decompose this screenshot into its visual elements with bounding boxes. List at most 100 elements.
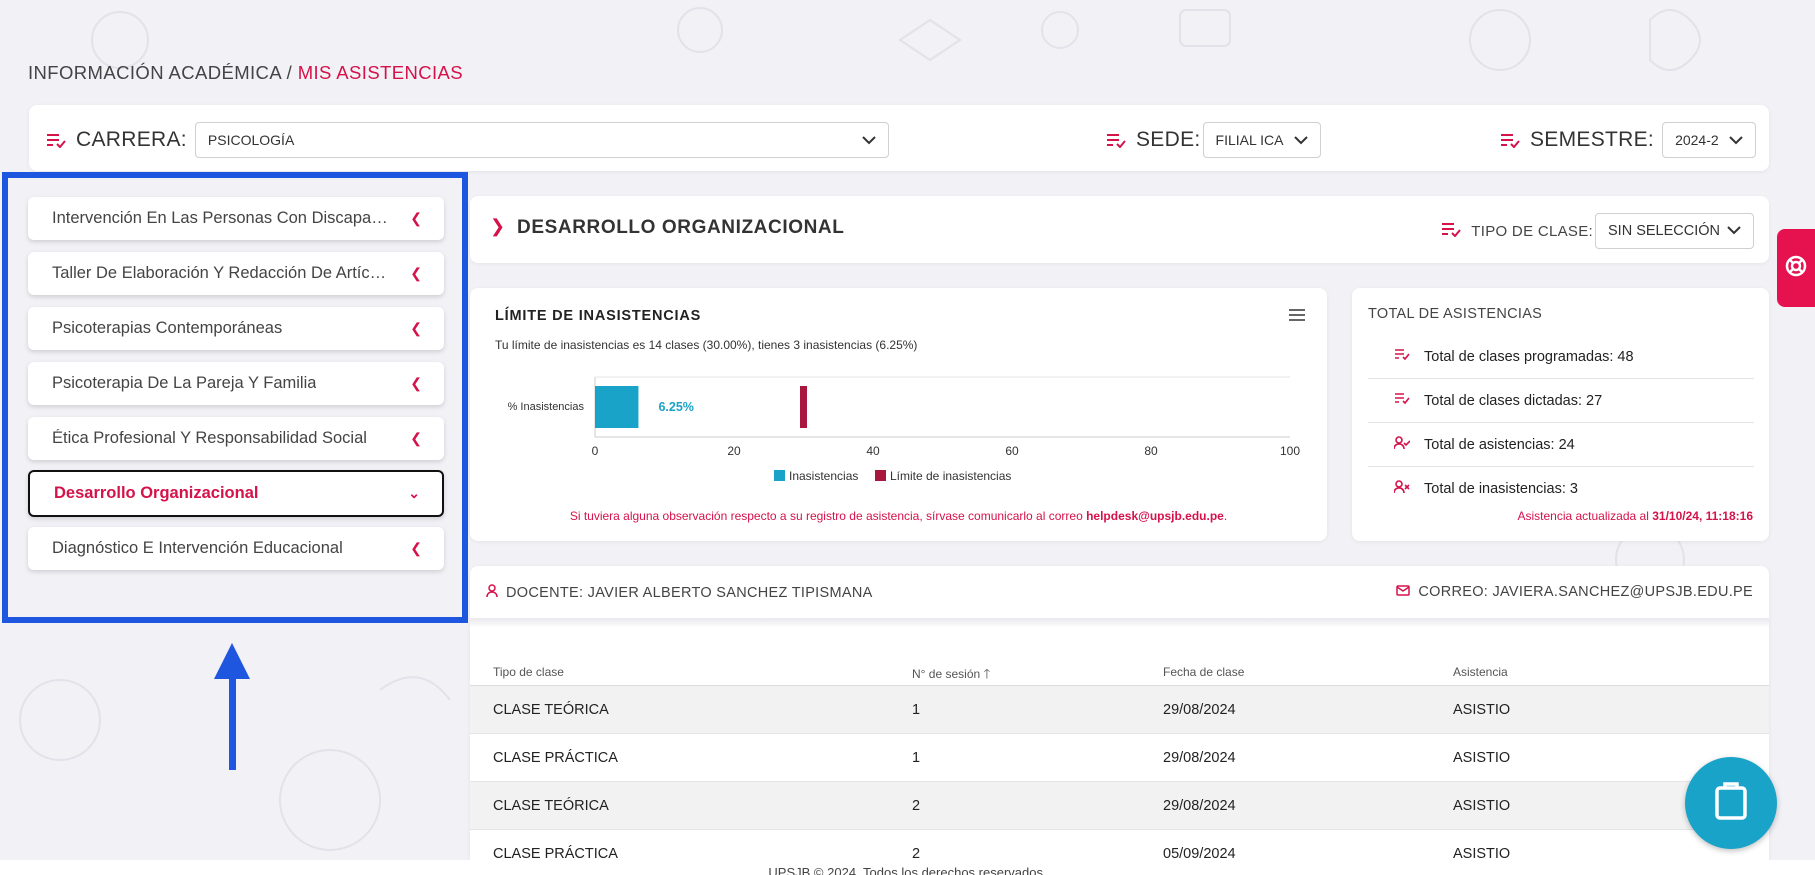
total-dictadas: Total de clases dictadas: 27 xyxy=(1368,379,1754,423)
docente-name: DOCENTE: JAVIER ALBERTO SANCHEZ TIPISMAN… xyxy=(506,585,873,601)
clipboard-icon xyxy=(1714,781,1748,825)
updated-value: 31/10/24, 11:18:16 xyxy=(1652,509,1753,523)
course-item-active[interactable]: Desarrollo Organizacional ⌄ xyxy=(28,470,444,517)
user-icon xyxy=(486,584,498,602)
table-header: Tipo de clase N° de sesión 🡑 Fecha de cl… xyxy=(470,658,1769,686)
carrera-label: CARRERA: xyxy=(76,128,187,151)
header-fecha[interactable]: Fecha de clase xyxy=(1163,665,1244,679)
docente-email-text[interactable]: CORREO: JAVIERA.SANCHEZ@UPSJB.EDU.PE xyxy=(1418,584,1753,600)
chevron-left-icon: ❮ xyxy=(410,540,422,556)
updated-prefix: Asistencia actualizada al xyxy=(1517,509,1649,523)
sede-value: FILIAL ICA xyxy=(1215,132,1284,148)
tipo-clase-select[interactable]: SIN SELECCIÓN xyxy=(1595,213,1754,249)
cell-fecha: 29/08/2024 xyxy=(1163,702,1236,718)
course-item[interactable]: Psicoterapias Contemporáneas ❮ xyxy=(28,307,444,350)
tipo-clase-filter: TIPO DE CLASE: SIN SELECCIÓN xyxy=(1441,213,1754,249)
breadcrumb-home[interactable]: INFORMACIÓN ACADÉMICA xyxy=(28,62,281,83)
sede-select[interactable]: FILIAL ICA xyxy=(1202,122,1321,158)
list-check-icon xyxy=(46,132,66,148)
list-check-icon xyxy=(1394,348,1424,365)
totals-card: TOTAL DE ASISTENCIAS Total de clases pro… xyxy=(1352,288,1769,541)
clipboard-fab-button[interactable] xyxy=(1685,757,1777,849)
chevron-down-icon: ⌄ xyxy=(408,485,420,501)
course-label: Desarrollo Organizacional xyxy=(54,484,259,502)
breadcrumb-current: MIS ASISTENCIAS xyxy=(297,62,464,83)
user-check-icon xyxy=(1393,435,1424,454)
header-sesion[interactable]: N° de sesión 🡑 xyxy=(912,665,990,687)
total-programadas: Total de clases programadas: 48 xyxy=(1368,335,1754,379)
semestre-value: 2024-2 xyxy=(1675,132,1719,148)
chevron-down-icon xyxy=(1727,223,1741,239)
docente-card: DOCENTE: JAVIER ALBERTO SANCHEZ TIPISMAN… xyxy=(470,566,1769,875)
filter-bar: CARRERA: PSICOLOGÍA SEDE: FILIAL ICA SEM… xyxy=(29,105,1769,171)
total-asistencias-text: Total de asistencias: 24 xyxy=(1424,436,1575,453)
x-tick-label: 20 xyxy=(727,444,741,458)
semestre-select[interactable]: 2024-2 xyxy=(1662,122,1757,158)
total-dictadas-text: Total de clases dictadas: 27 xyxy=(1424,392,1603,409)
updated-timestamp: Asistencia actualizada al 31/10/24, 11:1… xyxy=(1517,509,1753,523)
limit-chart: 0 20 40 60 80 100 % Inasistencias 6.25% Inasiste… xyxy=(508,376,1300,483)
total-asistencias: Total de asistencias: 24 xyxy=(1368,423,1754,467)
course-item[interactable]: Ética Profesional Y Responsabilidad Soci… xyxy=(28,417,444,460)
course-item[interactable]: Psicoterapia De La Pareja Y Familia ❮ xyxy=(28,362,444,405)
chevron-left-icon: ❮ xyxy=(410,320,422,336)
chevron-down-icon xyxy=(1729,132,1743,148)
x-tick-label: 40 xyxy=(866,444,880,458)
chevron-left-icon: ❮ xyxy=(410,375,422,391)
legend-swatch-inasistencias xyxy=(774,470,785,481)
cell-asistencia: ASISTIO xyxy=(1453,702,1511,718)
cell-sesion: 1 xyxy=(912,702,921,718)
user-x-icon xyxy=(1393,480,1424,498)
observation-note: Si tuviera alguna observación respecto a… xyxy=(470,509,1327,523)
carrera-select[interactable]: PSICOLOGÍA xyxy=(194,122,889,158)
list-check-icon xyxy=(1500,132,1520,148)
cell-sesion: 1 xyxy=(912,750,921,766)
course-label: Psicoterapia De La Pareja Y Familia xyxy=(52,374,317,392)
helpdesk-email-link[interactable]: helpdesk@upsjb.edu.pe xyxy=(1086,509,1224,523)
course-item[interactable]: Intervención En Las Personas Con Discapa… xyxy=(28,197,444,240)
semestre-filter: SEMESTRE: 2024-2 xyxy=(1500,122,1757,158)
cell-fecha: 29/08/2024 xyxy=(1163,750,1236,766)
x-tick-label: 80 xyxy=(1144,444,1158,458)
course-item[interactable]: Taller De Elaboración Y Redacción De Art… xyxy=(28,252,444,295)
cell-tipo: CLASE TEÓRICA xyxy=(493,702,609,718)
x-tick-label: 100 xyxy=(1280,444,1300,458)
help-side-tab[interactable] xyxy=(1777,229,1815,307)
limit-card: LÍMITE DE INASISTENCIAS Tu límite de ina… xyxy=(470,288,1327,541)
bar-limite xyxy=(800,386,807,428)
header-sesion-label: N° de sesión xyxy=(912,667,981,681)
chevron-left-icon: ❮ xyxy=(410,265,422,281)
legend-swatch-limite xyxy=(875,470,886,481)
tipo-clase-label: TIPO DE CLASE: xyxy=(1471,222,1593,240)
header-asistencia[interactable]: Asistencia xyxy=(1453,665,1508,679)
annotation-arrow-shaft xyxy=(229,670,236,770)
chevron-left-icon: ❮ xyxy=(410,430,422,446)
bar-inasistencias xyxy=(595,386,639,428)
course-item[interactable]: Diagnóstico E Intervención Educacional ❮ xyxy=(28,527,444,570)
sort-asc-icon: 🡑 xyxy=(983,666,991,681)
table-top-shadow xyxy=(470,618,1769,628)
course-label: Taller De Elaboración Y Redacción De Art… xyxy=(52,264,392,282)
list-check-icon xyxy=(1441,221,1462,242)
chevron-down-icon xyxy=(862,132,876,148)
list-check-icon xyxy=(1394,392,1424,409)
sede-filter: SEDE: FILIAL ICA xyxy=(1106,122,1321,158)
totals-title: TOTAL DE ASISTENCIAS xyxy=(1368,306,1543,322)
cell-asistencia: ASISTIO xyxy=(1453,750,1511,766)
course-label: Ética Profesional Y Responsabilidad Soci… xyxy=(52,429,367,447)
table-row: CLASE PRÁCTICA 1 29/08/2024 ASISTIO xyxy=(470,734,1769,782)
course-header: ❯ DESARROLLO ORGANIZACIONAL TIPO DE CLAS… xyxy=(470,196,1769,263)
carrera-value: PSICOLOGÍA xyxy=(207,132,295,148)
total-inasistencias: Total de inasistencias: 3 xyxy=(1368,467,1754,511)
header-tipo[interactable]: Tipo de clase xyxy=(493,665,564,679)
semestre-label: SEMESTRE: xyxy=(1530,128,1655,151)
course-label: Psicoterapias Contemporáneas xyxy=(52,319,283,337)
legend-label-inasistencias: Inasistencias xyxy=(789,469,858,483)
breadcrumb-separator: / xyxy=(286,62,293,83)
chevron-down-icon xyxy=(1293,132,1308,148)
cell-fecha: 29/08/2024 xyxy=(1163,798,1236,814)
footer: UPSJB © 2024. Todos los derechos reserva… xyxy=(0,860,1815,875)
breadcrumb: INFORMACIÓN ACADÉMICA / MIS ASISTENCIAS xyxy=(28,62,463,84)
chevron-right-icon[interactable]: ❯ xyxy=(490,216,505,237)
x-tick-label: 0 xyxy=(592,444,599,458)
